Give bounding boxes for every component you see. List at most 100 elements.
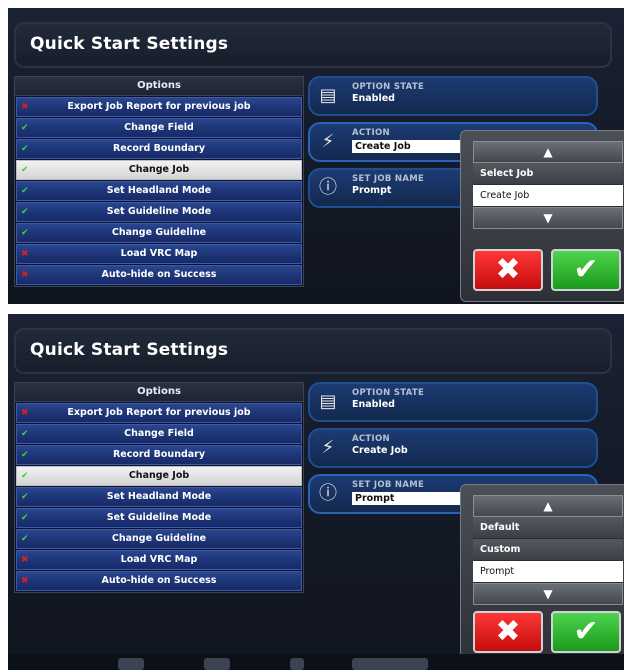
set-job-name-field[interactable]: Prompt [352, 492, 462, 505]
action-picker-popup: ▲ Select Job Create Job ▼ ✖ ✔ [460, 130, 624, 302]
option-state-icon: ▤ [319, 391, 337, 412]
picker-item-create-job[interactable]: Create Job [473, 185, 623, 207]
option-set-headland-mode[interactable]: ✔ Set Headland Mode [16, 181, 302, 201]
checkmark-icon: ✔ [573, 252, 599, 287]
options-list: Options ✖ Export Job Report for previous… [14, 76, 304, 287]
option-label: Set Guideline Mode [106, 206, 212, 217]
option-label: Set Guideline Mode [106, 512, 212, 523]
option-change-job[interactable]: ✔ Change Job [16, 160, 302, 180]
enabled-check-icon: ✔ [21, 207, 29, 217]
option-export-job-report[interactable]: ✖ Export Job Report for previous job [16, 403, 302, 423]
quick-start-panel-1: Quick Start Settings Options ✖ Export Jo… [8, 8, 624, 304]
option-change-field[interactable]: ✔ Change Field [16, 424, 302, 444]
disabled-x-icon: ✖ [21, 102, 29, 112]
set-job-name-label: SET JOB NAME [352, 480, 425, 490]
bottom-toolbar [8, 654, 624, 670]
disabled-x-icon: ✖ [21, 555, 29, 565]
option-load-vrc-map[interactable]: ✖ Load VRC Map [16, 244, 302, 264]
enabled-check-icon: ✔ [21, 450, 29, 460]
confirm-button[interactable]: ✔ [551, 249, 621, 291]
lightning-icon: ⚡ [321, 131, 335, 152]
enabled-check-icon: ✔ [21, 534, 29, 544]
options-header: Options [15, 383, 303, 402]
chevron-down-icon: ▼ [543, 211, 553, 225]
option-label: Set Headland Mode [106, 491, 212, 502]
action-label: ACTION [352, 434, 390, 444]
option-label: Change Field [124, 428, 194, 439]
option-change-guideline[interactable]: ✔ Change Guideline [16, 529, 302, 549]
option-record-boundary[interactable]: ✔ Record Boundary [16, 445, 302, 465]
chevron-up-icon: ▲ [543, 499, 553, 513]
option-label: Auto-hide on Success [101, 269, 217, 280]
action-value: Create Job [352, 445, 408, 456]
option-export-job-report[interactable]: ✖ Export Job Report for previous job [16, 97, 302, 117]
option-label: Change Job [128, 164, 190, 175]
scroll-up-button[interactable]: ▲ [473, 141, 623, 163]
toolbar-button-icon[interactable] [118, 658, 144, 670]
option-label: Record Boundary [112, 449, 206, 460]
lightning-icon: ⚡ [321, 437, 335, 458]
option-label: Record Boundary [112, 143, 206, 154]
option-change-field[interactable]: ✔ Change Field [16, 118, 302, 138]
set-job-name-label: SET JOB NAME [352, 174, 425, 184]
option-change-job[interactable]: ✔ Change Job [16, 466, 302, 486]
disabled-x-icon: ✖ [21, 270, 29, 280]
option-label: Change Guideline [111, 533, 207, 544]
picker-item-select-job[interactable]: Select Job [473, 163, 623, 185]
picker-list: ▲ Default Custom Prompt ▼ [473, 495, 623, 605]
option-load-vrc-map[interactable]: ✖ Load VRC Map [16, 550, 302, 570]
scroll-down-button[interactable]: ▼ [473, 207, 623, 229]
option-set-guideline-mode[interactable]: ✔ Set Guideline Mode [16, 508, 302, 528]
disabled-x-icon: ✖ [21, 249, 29, 259]
chevron-down-icon: ▼ [543, 587, 553, 601]
option-state-value: Enabled [352, 399, 395, 410]
option-state-value: Enabled [352, 93, 395, 104]
picker-item-prompt[interactable]: Prompt [473, 561, 623, 583]
cancel-button[interactable]: ✖ [473, 611, 543, 653]
option-label: Change Field [124, 122, 194, 133]
scroll-down-button[interactable]: ▼ [473, 583, 623, 605]
enabled-check-icon: ✔ [21, 471, 29, 481]
title-bar: Quick Start Settings [14, 22, 612, 68]
close-icon: ✖ [495, 614, 521, 649]
scroll-up-button[interactable]: ▲ [473, 495, 623, 517]
option-state-card[interactable]: ▤ OPTION STATE Enabled [308, 76, 598, 116]
option-label: Load VRC Map [120, 554, 198, 565]
option-label: Export Job Report for previous job [67, 407, 251, 418]
option-auto-hide-on-success[interactable]: ✖ Auto-hide on Success [16, 265, 302, 285]
checkmark-icon: ✔ [573, 614, 599, 649]
option-auto-hide-on-success[interactable]: ✖ Auto-hide on Success [16, 571, 302, 591]
options-header: Options [15, 77, 303, 96]
option-state-label: OPTION STATE [352, 82, 425, 92]
grid-icon[interactable] [204, 658, 230, 670]
option-set-headland-mode[interactable]: ✔ Set Headland Mode [16, 487, 302, 507]
option-label: Load VRC Map [120, 248, 198, 259]
confirm-button[interactable]: ✔ [551, 611, 621, 653]
action-card[interactable]: ⚡ ACTION Create Job [308, 428, 598, 468]
disabled-x-icon: ✖ [21, 408, 29, 418]
set-job-name-value: Prompt [352, 185, 392, 196]
picker-item-default[interactable]: Default [473, 517, 623, 539]
picker-item-custom[interactable]: Custom [473, 539, 623, 561]
option-label: Auto-hide on Success [101, 575, 217, 586]
option-state-icon: ▤ [319, 85, 337, 106]
cancel-button[interactable]: ✖ [473, 249, 543, 291]
option-label: Export Job Report for previous job [67, 101, 251, 112]
action-value-field[interactable]: Create Job [352, 140, 462, 153]
option-label: Set Headland Mode [106, 185, 212, 196]
enabled-check-icon: ✔ [21, 492, 29, 502]
option-state-card[interactable]: ▤ OPTION STATE Enabled [308, 382, 598, 422]
option-label: Change Guideline [111, 227, 207, 238]
picker-list: ▲ Select Job Create Job ▼ [473, 141, 623, 229]
info-icon: ⓘ [319, 483, 337, 504]
enabled-check-icon: ✔ [21, 228, 29, 238]
option-record-boundary[interactable]: ✔ Record Boundary [16, 139, 302, 159]
enabled-check-icon: ✔ [21, 123, 29, 133]
option-change-guideline[interactable]: ✔ Change Guideline [16, 223, 302, 243]
option-set-guideline-mode[interactable]: ✔ Set Guideline Mode [16, 202, 302, 222]
job-name-picker-popup: ▲ Default Custom Prompt ▼ ✖ ✔ [460, 484, 624, 664]
toolbar-tab[interactable] [352, 658, 428, 670]
arrow-icon[interactable] [290, 658, 304, 670]
quick-start-panel-2: Quick Start Settings Options ✖ Export Jo… [8, 314, 624, 670]
option-state-label: OPTION STATE [352, 388, 425, 398]
